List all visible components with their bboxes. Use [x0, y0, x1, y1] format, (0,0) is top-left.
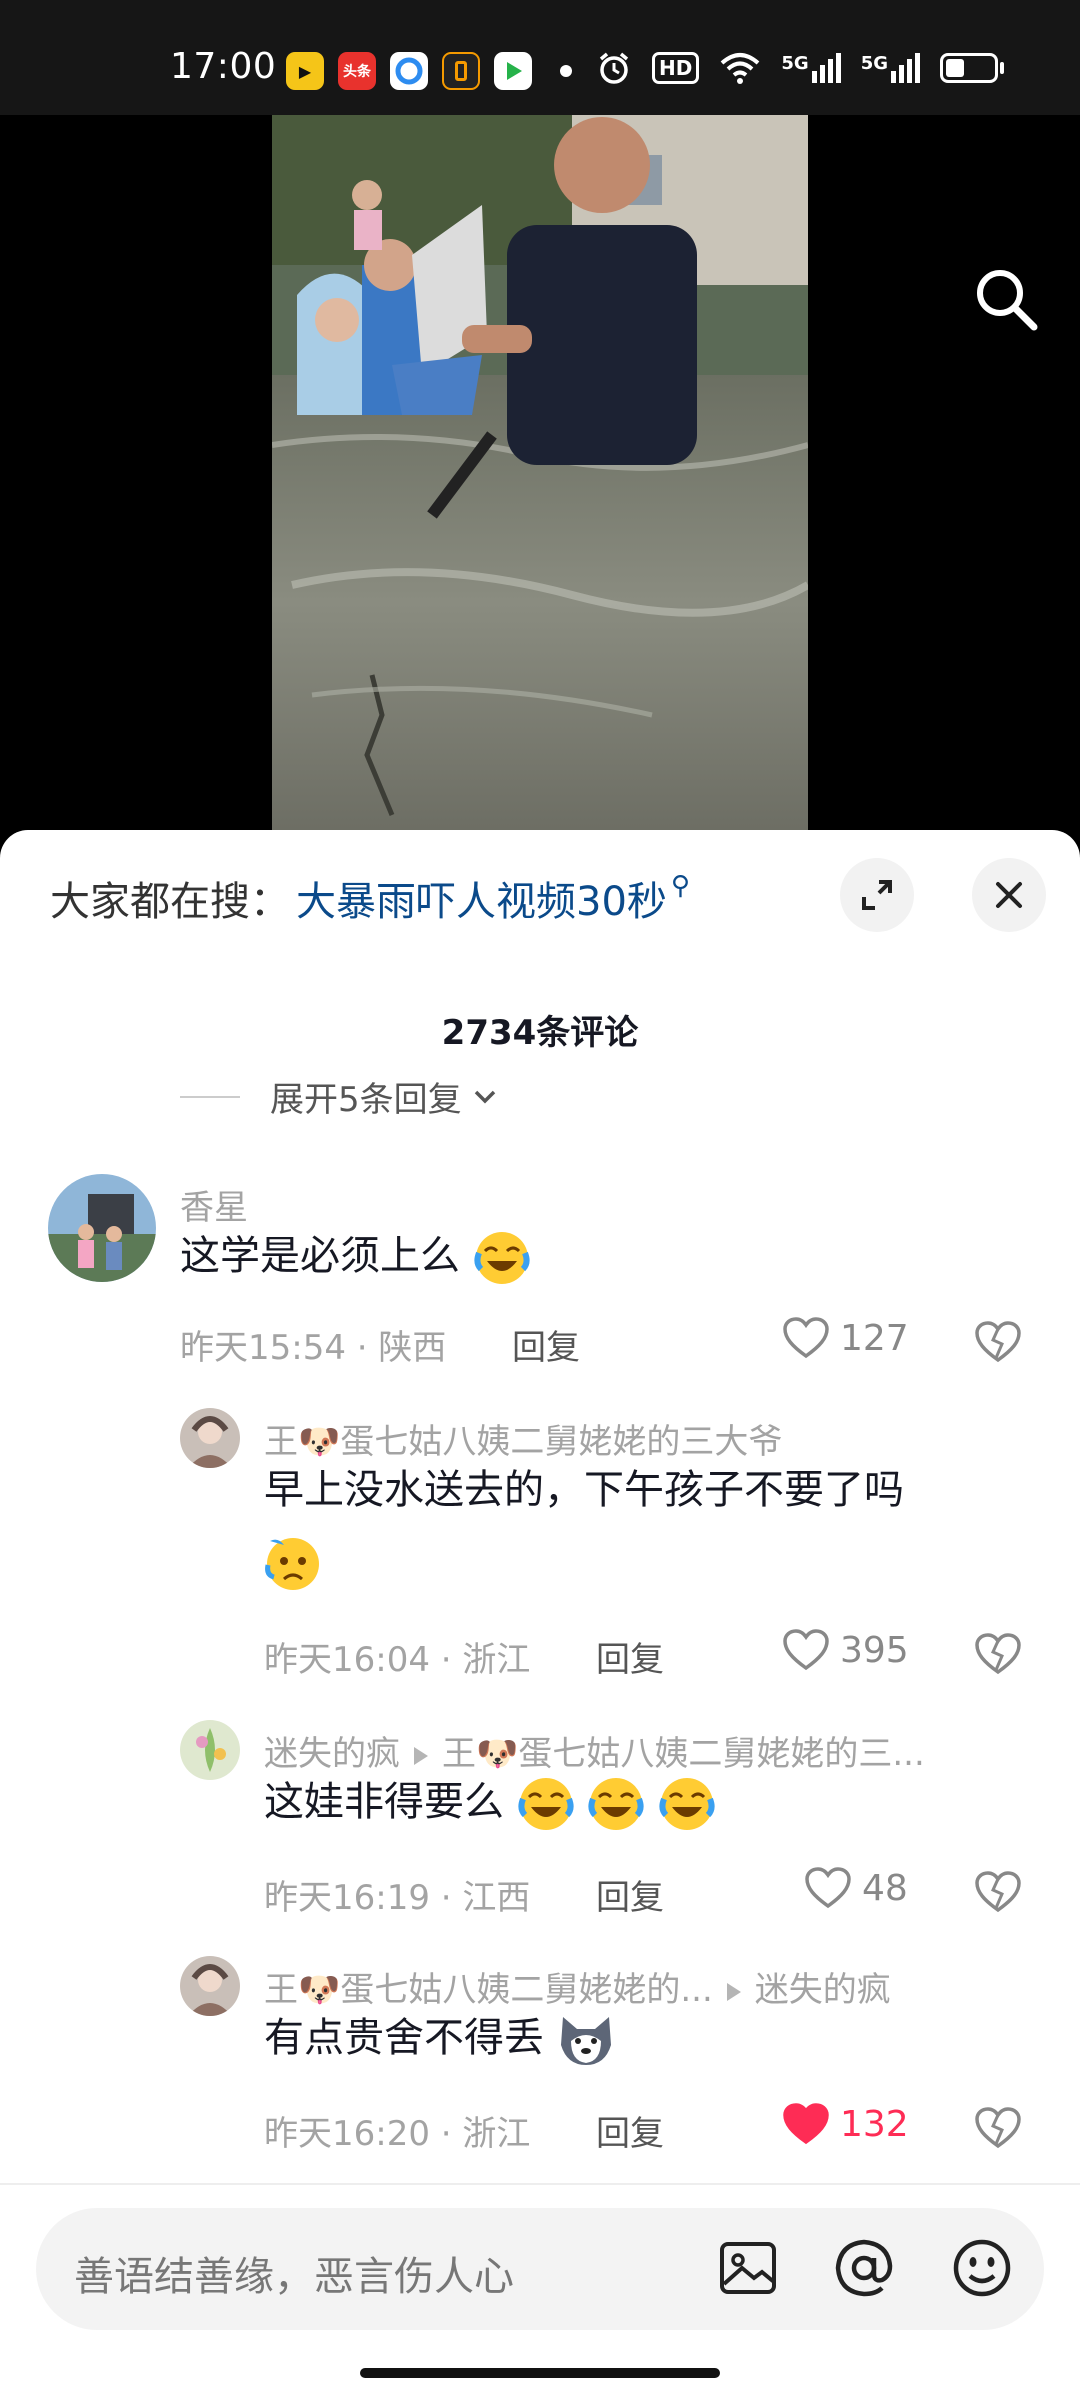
network-label-1: 5G: [781, 53, 809, 74]
like-count: 48: [862, 1867, 908, 1909]
broken-heart-icon[interactable]: [974, 1870, 1022, 1914]
status-indicators: HD 5G 5G: [596, 50, 1004, 86]
like-count: 395: [840, 1629, 909, 1671]
avatar[interactable]: [48, 1174, 156, 1282]
comment-count: 2734条评论: [441, 1013, 639, 1053]
like-count: 132: [840, 2103, 909, 2145]
comment-time: 昨天16:19: [264, 1878, 430, 1918]
hd-label: HD: [659, 56, 693, 80]
close-icon: [996, 882, 1022, 908]
like-button[interactable]: 395: [782, 1628, 909, 1672]
comment-meta: 昨天16:04 · 浙江: [264, 1640, 531, 1680]
trending-search[interactable]: 大家都在搜： 大暴雨吓人视频30秒 ⚲: [50, 868, 750, 928]
comment-location: 江西: [462, 1878, 531, 1918]
anxious-sweat-emoji-icon: [265, 1538, 319, 1590]
comment-text: 有点贵舍不得丢: [264, 2002, 615, 2074]
like-button[interactable]: 127: [782, 1316, 909, 1360]
close-button[interactable]: [972, 858, 1046, 932]
like-count: 127: [840, 1317, 909, 1359]
input-divider: [0, 2183, 1080, 2185]
video-app-icon: [494, 52, 532, 90]
comment-text-body: 有点贵舍不得丢: [264, 2015, 544, 2061]
search-small-icon: ⚲: [670, 871, 690, 901]
heart-icon: [783, 1317, 829, 1359]
more-notifications-dot: [560, 65, 572, 77]
comment-time: 昨天16:20: [264, 2114, 430, 2154]
comment-location: 浙江: [462, 1640, 531, 1680]
like-button[interactable]: 48: [804, 1866, 908, 1910]
reply-to-author[interactable]: 迷失的疯: [755, 1970, 891, 2010]
expand-replies[interactable]: 展开5条回复: [180, 1072, 502, 1121]
expand-replies-label: 展开5条回复: [270, 1080, 462, 1120]
heart-icon: [805, 1867, 851, 1909]
like-button[interactable]: 132: [782, 2102, 909, 2146]
expand-icon: [862, 880, 892, 910]
image-icon[interactable]: [716, 2236, 780, 2300]
divider-line: [180, 1095, 240, 1098]
status-bar: 17:00 ▶ 头条 HD 5G 5G: [0, 0, 1080, 115]
video-frame[interactable]: [272, 115, 808, 830]
comment-text-body: 这娃非得要么: [264, 1779, 504, 1825]
trending-search-prefix: 大家都在搜：: [50, 879, 290, 925]
laugh-cry-emoji-icon: [474, 1232, 530, 1284]
signal-5g-icon: 5G: [781, 53, 841, 83]
broken-heart-icon[interactable]: [974, 1320, 1022, 1364]
comment-time: 昨天15:54: [180, 1328, 346, 1368]
comment-text: 这娃非得要么: [264, 1766, 716, 1838]
comment-meta: 昨天16:19 · 江西: [264, 1878, 531, 1918]
reply-arrow-icon: [726, 1983, 741, 2001]
toutiao-lite-icon: ▶: [286, 52, 324, 90]
network-label-2: 5G: [860, 53, 888, 74]
home-indicator[interactable]: [360, 2368, 720, 2378]
toutiao-icon-label: 头条: [343, 64, 371, 80]
comment-time: 昨天16:04: [264, 1640, 430, 1680]
trending-search-term[interactable]: 大暴雨吓人视频30秒: [296, 869, 667, 927]
app-orange-icon: [442, 52, 480, 90]
wifi-icon: [721, 53, 760, 84]
browser-icon: [390, 52, 428, 90]
alarm-icon: [599, 52, 629, 84]
comment-location: 浙江: [462, 2114, 531, 2154]
reply-button[interactable]: 回复: [596, 1632, 664, 1681]
comment-input-placeholder[interactable]: 善语结善缘，恶言伤人心: [74, 2244, 514, 2302]
toutiao-icon: 头条: [338, 52, 376, 90]
reply-button[interactable]: 回复: [512, 1320, 580, 1369]
laugh-cry-emoji-icon: [518, 1778, 574, 1830]
husky-emoji-icon: [560, 2017, 611, 2065]
chevron-down-icon: [474, 1090, 495, 1103]
comment-text: 这学是必须上么: [180, 1220, 531, 1292]
comment-meta: 昨天15:54 · 陕西: [180, 1328, 447, 1368]
comment-text-body: 早上没水送去的，下午孩子不要了吗: [264, 1467, 904, 1513]
broken-heart-icon[interactable]: [974, 1632, 1022, 1676]
notification-apps: ▶ 头条: [286, 52, 572, 90]
comment-text: 早上没水送去的，下午孩子不要了吗: [264, 1454, 1024, 1598]
status-time: 17:00: [170, 46, 277, 87]
comment-meta: 昨天16:20 · 浙江: [264, 2114, 531, 2154]
signal-5g-icon: 5G: [861, 53, 920, 83]
avatar[interactable]: [180, 1956, 240, 2016]
battery-icon: [940, 53, 1004, 83]
comment-input[interactable]: 善语结善缘，恶言伤人心: [36, 2208, 1044, 2330]
comment-location: 陕西: [378, 1328, 447, 1368]
comment-text-body: 这学是必须上么: [180, 1233, 460, 1279]
heart-icon: [783, 1629, 829, 1671]
hd-icon: HD: [652, 52, 700, 84]
emoji-icon[interactable]: [950, 2236, 1014, 2300]
expand-button[interactable]: [840, 858, 914, 932]
search-icon[interactable]: [972, 265, 1040, 333]
reply-button[interactable]: 回复: [596, 2106, 664, 2155]
avatar[interactable]: [180, 1720, 240, 1780]
broken-heart-icon[interactable]: [974, 2106, 1022, 2150]
heart-filled-icon: [783, 2103, 829, 2145]
mention-icon[interactable]: [832, 2236, 896, 2300]
laugh-cry-emoji-icon: [659, 1778, 715, 1830]
avatar[interactable]: [180, 1408, 240, 1468]
comments-sheet: 大家都在搜： 大暴雨吓人视频30秒 ⚲ 2734条评论 展开5条回复 香星 这学…: [0, 830, 1080, 2400]
reply-arrow-icon: [414, 1747, 428, 1765]
laugh-cry-emoji-icon: [588, 1778, 645, 1830]
video-player[interactable]: [0, 115, 1080, 830]
reply-button[interactable]: 回复: [596, 1870, 664, 1919]
